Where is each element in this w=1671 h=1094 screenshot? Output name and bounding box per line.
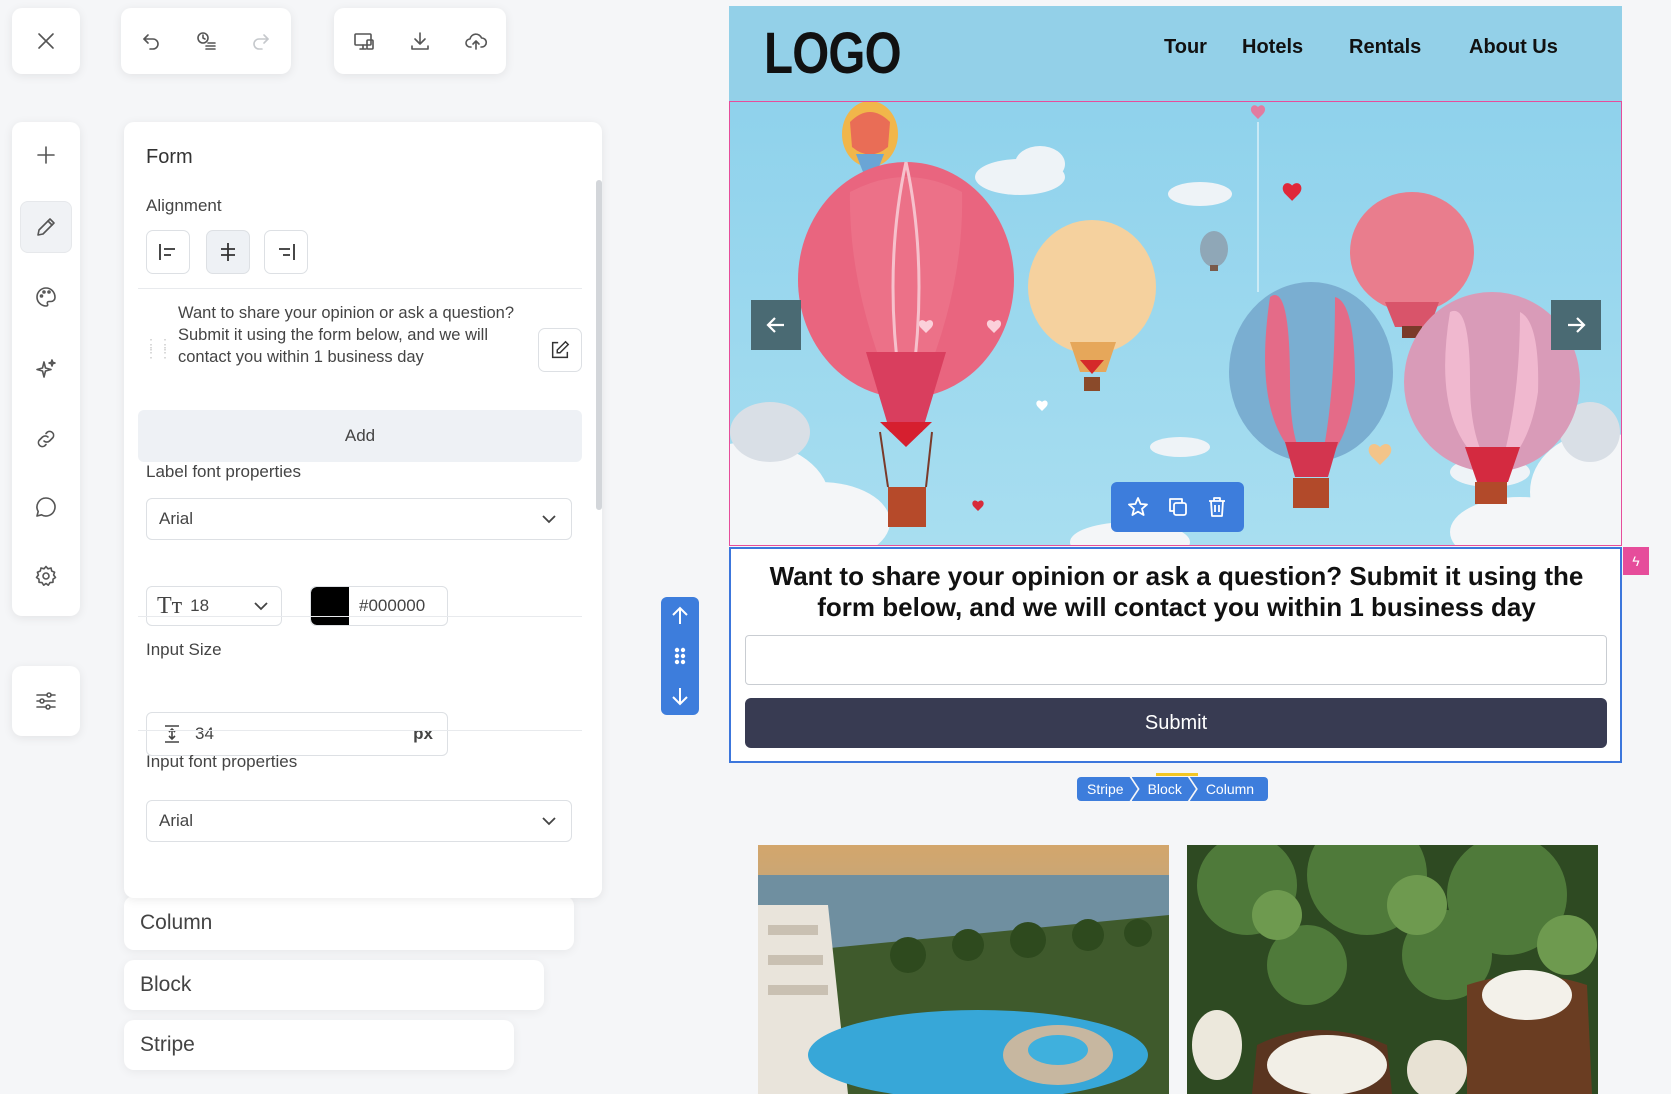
input-size-value: 34 bbox=[195, 724, 214, 743]
comment-icon[interactable] bbox=[28, 489, 64, 525]
cloud-upload-icon[interactable] bbox=[458, 23, 494, 59]
input-font-select[interactable]: Arial bbox=[146, 800, 572, 842]
input-font-label: Input font properties bbox=[146, 752, 298, 771]
color-swatch[interactable] bbox=[311, 587, 349, 625]
label-color-hex[interactable]: #000000 bbox=[359, 596, 425, 616]
carousel-prev-button[interactable] bbox=[751, 300, 801, 350]
chevron-down-icon bbox=[254, 602, 268, 611]
crumb-highlight bbox=[1156, 773, 1198, 776]
garden-furniture-image bbox=[1187, 845, 1598, 1094]
layer-block-label: Block bbox=[140, 973, 192, 996]
chevron-down-icon bbox=[542, 515, 556, 524]
history-toolbar bbox=[121, 8, 291, 74]
resort-pool-image bbox=[758, 845, 1169, 1094]
nav-tour[interactable]: Tour bbox=[1164, 36, 1207, 59]
label-font-label: Label font properties bbox=[146, 462, 301, 481]
drag-dots-icon[interactable] bbox=[669, 645, 691, 667]
sparkle-icon[interactable] bbox=[28, 351, 64, 387]
breadcrumb-stripe[interactable]: Stripe bbox=[1077, 777, 1138, 801]
divider bbox=[138, 288, 582, 289]
carousel-next-button[interactable] bbox=[1551, 300, 1601, 350]
layer-stripe-label: Stripe bbox=[140, 1033, 195, 1056]
label-font-value: Arial bbox=[159, 509, 194, 528]
sliders-icon[interactable] bbox=[28, 683, 64, 719]
side-nav bbox=[12, 122, 80, 616]
settings-card bbox=[12, 666, 80, 736]
logo: LOGO bbox=[764, 21, 902, 86]
form-field-text: Want to share your opinion or ask a ques… bbox=[178, 304, 515, 366]
form-label-text[interactable]: Want to share your opinion or ask a ques… bbox=[755, 561, 1598, 623]
arrow-right-icon bbox=[1568, 317, 1586, 333]
export-toolbar bbox=[334, 8, 506, 74]
duplicate-icon[interactable] bbox=[1166, 495, 1190, 519]
layer-stripe[interactable]: Stripe bbox=[124, 1020, 514, 1070]
arrow-up-icon[interactable] bbox=[669, 605, 691, 627]
download-icon[interactable] bbox=[402, 23, 438, 59]
divider bbox=[138, 730, 582, 731]
arrow-down-icon[interactable] bbox=[669, 685, 691, 707]
label-font-size-select[interactable]: Tт 18 bbox=[146, 586, 282, 626]
close-icon[interactable] bbox=[28, 23, 64, 59]
history-icon[interactable] bbox=[188, 23, 224, 59]
height-icon bbox=[165, 725, 179, 743]
trash-icon[interactable] bbox=[1205, 495, 1229, 519]
move-block-control[interactable] bbox=[661, 597, 699, 715]
label-font-size-value: 18 bbox=[190, 596, 210, 615]
panel-title: Form bbox=[146, 146, 193, 168]
input-size-unit: px bbox=[413, 724, 433, 743]
preview-header[interactable]: LOGO Tour Hotels Rentals About Us bbox=[729, 6, 1622, 101]
align-center-icon bbox=[221, 243, 235, 261]
align-left-button[interactable] bbox=[146, 230, 190, 274]
block-actions-toolbar bbox=[1111, 482, 1244, 532]
add-icon[interactable] bbox=[28, 137, 64, 173]
align-left-icon bbox=[159, 244, 175, 260]
star-icon[interactable] bbox=[1126, 495, 1150, 519]
form-properties-panel: Form Alignment ⋮⋮ ⋮⋮ Want to share your o… bbox=[124, 122, 602, 898]
label-font-select[interactable]: Arial bbox=[146, 498, 572, 540]
layer-column-label: Column bbox=[140, 911, 213, 934]
edit-field-button[interactable] bbox=[538, 328, 582, 372]
structure-lightning-icon[interactable]: ϟ bbox=[1623, 547, 1649, 575]
align-right-icon bbox=[279, 244, 295, 260]
nav-rentals[interactable]: Rentals bbox=[1349, 36, 1421, 59]
breadcrumb-column[interactable]: Column bbox=[1189, 777, 1269, 801]
divider bbox=[138, 616, 582, 617]
close-card bbox=[12, 8, 80, 74]
label-color-picker[interactable]: #000000 bbox=[310, 586, 448, 626]
add-field-button[interactable]: Add bbox=[138, 410, 582, 462]
input-size-label: Input Size bbox=[146, 640, 222, 659]
redo-icon[interactable] bbox=[243, 23, 279, 59]
breadcrumb-block[interactable]: Block bbox=[1132, 777, 1196, 801]
input-font-value: Arial bbox=[159, 811, 194, 830]
drag-handle-icon[interactable]: ⋮⋮ ⋮⋮ bbox=[144, 337, 172, 359]
form-text-input[interactable] bbox=[745, 635, 1607, 685]
form-field-item: ⋮⋮ ⋮⋮ Want to share your opinion or ask a… bbox=[138, 290, 582, 408]
hot-air-balloons-image bbox=[730, 102, 1621, 545]
layer-column[interactable]: Column bbox=[124, 896, 574, 950]
undo-icon[interactable] bbox=[133, 23, 169, 59]
device-preview-icon[interactable] bbox=[346, 23, 382, 59]
link-icon[interactable] bbox=[28, 421, 64, 457]
hero-carousel[interactable] bbox=[729, 101, 1622, 546]
pencil-icon[interactable] bbox=[20, 201, 72, 253]
panel-scrollbar[interactable] bbox=[596, 180, 602, 510]
layer-block[interactable]: Block bbox=[124, 960, 544, 1010]
input-size-field[interactable]: 34 px bbox=[146, 712, 448, 756]
nav-about-us[interactable]: About Us bbox=[1469, 36, 1558, 59]
edit-icon bbox=[551, 340, 570, 359]
chevron-down-icon bbox=[542, 817, 556, 826]
breadcrumb: Stripe Block Column bbox=[1077, 777, 1269, 801]
nav-hotels[interactable]: Hotels bbox=[1242, 36, 1303, 59]
align-right-button[interactable] bbox=[264, 230, 308, 274]
submit-button[interactable]: Submit bbox=[745, 698, 1607, 748]
arrow-left-icon bbox=[766, 317, 784, 333]
form-block[interactable]: Want to share your opinion or ask a ques… bbox=[729, 547, 1622, 763]
palette-icon[interactable] bbox=[28, 279, 64, 315]
gear-icon[interactable] bbox=[28, 558, 64, 594]
align-center-button[interactable] bbox=[206, 230, 250, 274]
alignment-label: Alignment bbox=[146, 196, 222, 215]
